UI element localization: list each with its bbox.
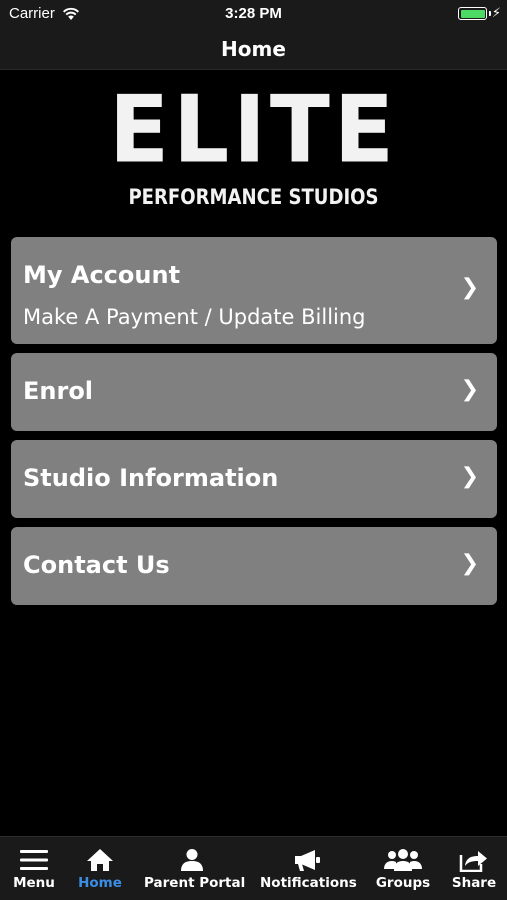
menu-item-title: Studio Information: [23, 464, 279, 492]
menu-item-my-account[interactable]: My Account Make A Payment / Update Billi…: [11, 237, 497, 344]
clock: 3:28 PM: [225, 5, 282, 22]
tab-label: Menu: [13, 875, 55, 891]
tab-share[interactable]: Share: [448, 837, 500, 900]
tab-menu[interactable]: Menu: [8, 837, 60, 900]
brand-logo: ELITE PERFORMANCE STUDIOS: [0, 75, 507, 220]
menu-item-studio-information[interactable]: Studio Information ❯: [11, 440, 497, 518]
battery-level: [460, 9, 485, 18]
tab-label: Share: [451, 875, 497, 891]
chevron-right-icon: ❯: [460, 275, 479, 300]
status-bar: Carrier 3:28 PM ⚡: [0, 0, 507, 28]
tab-label: Home: [78, 875, 122, 891]
page-title: Home: [221, 37, 286, 61]
chevron-right-icon: ❯: [460, 464, 479, 489]
menu-item-title: My Account: [23, 261, 181, 289]
tab-notifications[interactable]: Notifications: [260, 837, 357, 900]
chevron-right-icon: ❯: [460, 377, 479, 402]
person-icon: [181, 849, 203, 871]
tab-bar: Menu Home Parent Portal Notifications Gr…: [0, 836, 507, 900]
logo-tagline: PERFORMANCE STUDIOS: [128, 185, 379, 209]
share-icon: [459, 851, 487, 872]
tab-groups[interactable]: Groups: [373, 837, 433, 900]
chevron-right-icon: ❯: [460, 551, 479, 576]
tab-home[interactable]: Home: [74, 837, 126, 900]
logo-wordmark: ELITE: [108, 75, 399, 184]
menu-item-title: Contact Us: [23, 551, 170, 579]
battery-tip: [489, 11, 491, 16]
menu-item-title: Enrol: [23, 377, 94, 405]
tab-label: Parent Portal: [144, 875, 246, 891]
home-menu-list: My Account Make A Payment / Update Billi…: [11, 237, 497, 614]
group-icon: [384, 849, 422, 871]
home-icon: [87, 849, 113, 871]
tab-label: Notifications: [260, 875, 357, 891]
megaphone-icon: [295, 850, 320, 871]
tab-parent-portal[interactable]: Parent Portal: [144, 837, 246, 900]
battery-icon: [458, 7, 487, 20]
navigation-bar: Home: [0, 28, 507, 70]
menu-item-subtitle: Make A Payment / Update Billing: [23, 305, 366, 329]
charging-bolt-icon: ⚡: [491, 6, 501, 21]
menu-item-contact-us[interactable]: Contact Us ❯: [11, 527, 497, 605]
menu-item-enrol[interactable]: Enrol ❯: [11, 353, 497, 431]
tab-label: Groups: [375, 875, 431, 891]
hamburger-icon: [20, 850, 48, 870]
